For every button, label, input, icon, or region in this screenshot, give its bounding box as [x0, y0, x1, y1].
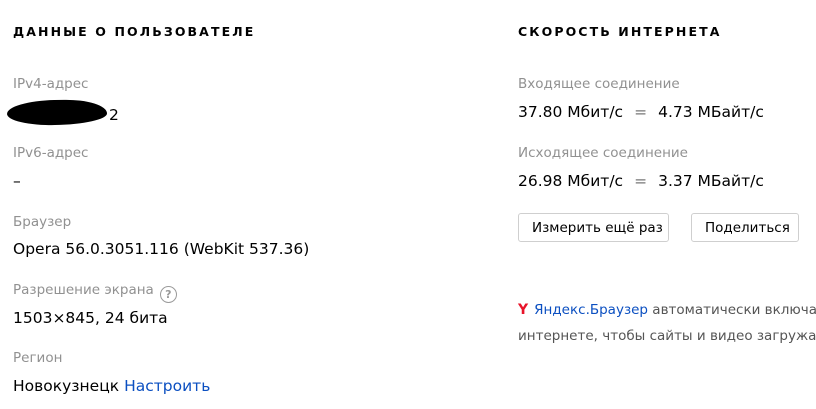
incoming-equals: =: [634, 103, 648, 121]
yandex-logo-icon: Y: [518, 302, 529, 318]
user-info-title: ДАННЫЕ О ПОЛЬЗОВАТЕЛЕ: [13, 24, 256, 39]
ipv4-label: IPv4-адрес: [13, 76, 89, 92]
question-circle-icon[interactable]: ?: [159, 286, 177, 303]
ipv6-value: –: [13, 172, 21, 190]
incoming-mbyte: 4.73 МБайт/с: [658, 103, 764, 121]
remeasure-button[interactable]: Измерить ещё раз: [518, 213, 669, 242]
share-button[interactable]: Поделиться: [691, 213, 799, 242]
promo-text-1: автоматически включает: [648, 302, 816, 318]
speed-title: СКОРОСТЬ ИНТЕРНЕТА: [518, 24, 722, 39]
ipv6-label: IPv6-адрес: [13, 145, 89, 161]
promo-line-2: интернете, чтобы сайты и видео загружали…: [518, 328, 816, 344]
outgoing-mbyte: 3.37 МБайт/с: [658, 172, 764, 190]
resolution-label-row: Разрешение экрана?: [13, 282, 177, 303]
region-row: Новокузнецк Настроить: [13, 377, 210, 395]
yandex-browser-link[interactable]: Яндекс.Браузер: [534, 302, 648, 318]
resolution-label: Разрешение экрана: [13, 282, 154, 298]
outgoing-row: 26.98 Мбит/с = 3.37 МБайт/с: [518, 172, 764, 190]
browser-value: Opera 56.0.3051.116 (WebKit 537.36): [13, 240, 310, 258]
outgoing-mbit: 26.98 Мбит/с: [518, 172, 624, 190]
region-label: Регион: [13, 350, 63, 366]
region-value: Новокузнецк: [13, 377, 120, 395]
promo-line-1: Y Яндекс.Браузер автоматически включает: [518, 302, 816, 318]
outgoing-equals: =: [634, 172, 648, 190]
incoming-row: 37.80 Мбит/с = 4.73 МБайт/с: [518, 103, 764, 121]
ipv4-redaction: [6, 99, 108, 126]
ipv4-value-tail: 2: [109, 106, 119, 124]
page: ДАННЫЕ О ПОЛЬЗОВАТЕЛЕ IPv4-адрес 2 IPv6-…: [0, 0, 816, 409]
resolution-value: 1503×845, 24 бита: [13, 309, 168, 327]
incoming-mbit: 37.80 Мбит/с: [518, 103, 624, 121]
region-settings-link[interactable]: Настроить: [124, 377, 210, 395]
incoming-label: Входящее соединение: [518, 76, 680, 92]
browser-label: Браузер: [13, 214, 72, 230]
outgoing-label: Исходящее соединение: [518, 145, 688, 161]
